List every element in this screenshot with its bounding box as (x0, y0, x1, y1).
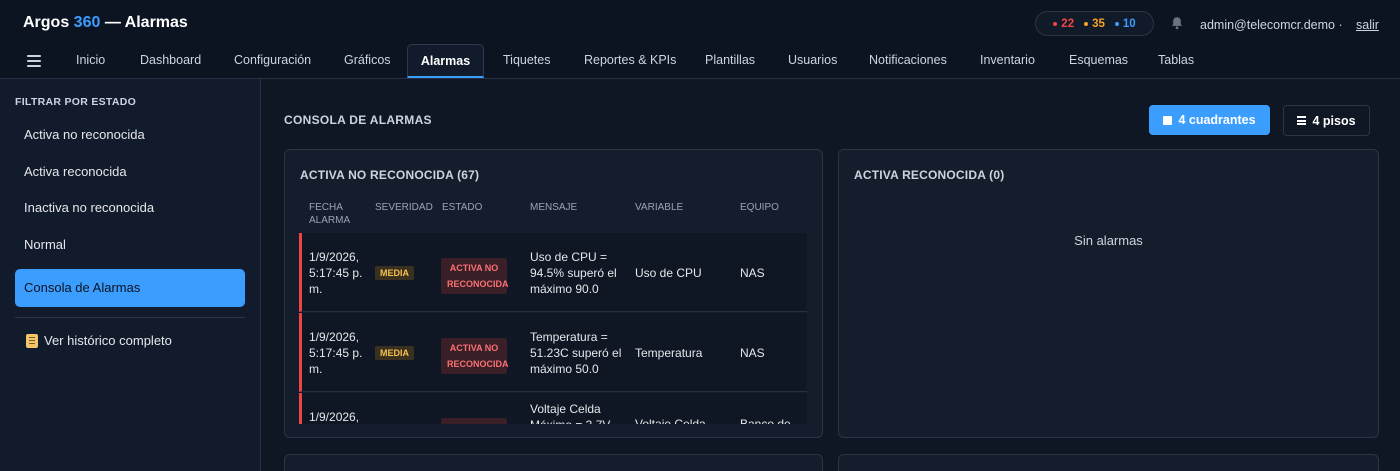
counter-critical[interactable]: 22 (1053, 18, 1074, 30)
filter-activa-reconocida[interactable]: Activa reconocida (24, 164, 127, 179)
top-bar: Argos 360 — Alarmas 22 35 10 admin@telec… (0, 0, 1400, 44)
cell-equipo: Banco de (740, 417, 791, 424)
panel-activa-no-reconocida: ACTIVA NO RECONOCIDA (67) FECHA ALARMA S… (284, 149, 823, 438)
rows-icon (1297, 116, 1307, 125)
scroll-icon (26, 333, 38, 348)
filter-inactiva-no-reconocida[interactable]: Inactiva no reconocida (24, 200, 154, 215)
cell-fecha: 1/9/2026, (309, 410, 360, 424)
panel-inactiva-no-reconocida (284, 454, 823, 471)
panel-title-unack: ACTIVA NO RECONOCIDA (67) (300, 168, 480, 182)
severity-badge: MEDIA (375, 266, 414, 280)
tab-plantillas[interactable]: Plantillas (705, 44, 755, 78)
floors-button[interactable]: 4 pisos (1283, 105, 1370, 136)
filter-sidebar: FILTRAR POR ESTADO Activa no reconocida … (0, 79, 261, 471)
sidebar-item-consola-alarmas[interactable]: Consola de Alarmas (15, 269, 245, 307)
quadrants-button[interactable]: 4 cuadrantes (1149, 105, 1270, 135)
severity-badge: MEDIA (375, 346, 414, 360)
tab-reportes-kpis[interactable]: Reportes & KPIs (584, 44, 676, 78)
empty-message: Sin alarmas (1074, 233, 1143, 248)
state-badge: ACTIVA NO (441, 418, 507, 424)
hamburger-icon[interactable] (27, 55, 41, 67)
square-icon (1163, 115, 1173, 125)
cell-fecha: 1/9/2026, 5:17:45 p. m. (309, 250, 363, 296)
tab-notificaciones[interactable]: Notificaciones (869, 44, 947, 78)
bell-icon[interactable] (1170, 16, 1184, 30)
main-nav: Inicio Dashboard Configuración Gráficos … (0, 44, 1400, 79)
panel-title-ack: ACTIVA RECONOCIDA (0) (854, 168, 1005, 182)
cell-variable: Voltaje Celda (635, 417, 706, 424)
alarms-table[interactable]: FECHA ALARMA SEVERIDAD ESTADO MENSAJE VA… (299, 194, 807, 424)
cell-equipo: NAS (740, 266, 765, 280)
cell-mensaje: Temperatura = 51.23C superó el máximo 50… (530, 330, 622, 376)
tab-tablas[interactable]: Tablas (1158, 44, 1194, 78)
table-row[interactable]: 1/9/2026, 5:17:45 p. m. MEDIA ACTIVA NO … (299, 313, 807, 392)
cell-mensaje: Voltaje Celda Máximo = 3.7V (530, 402, 610, 424)
col-estado[interactable]: ESTADO (442, 201, 482, 214)
cell-variable: Temperatura (635, 346, 703, 360)
history-label: Ver histórico completo (44, 333, 172, 348)
cell-equipo: NAS (740, 346, 765, 360)
app-title: Argos 360 — Alarmas (23, 14, 188, 31)
col-mensaje[interactable]: MENSAJE (530, 201, 577, 214)
col-fecha[interactable]: FECHA ALARMA (309, 201, 359, 227)
filter-activa-no-reconocida[interactable]: Activa no reconocida (24, 127, 145, 142)
tab-inventario[interactable]: Inventario (980, 44, 1035, 78)
user-email: admin@telecomcr.demo · (1200, 18, 1343, 32)
tab-tiquetes[interactable]: Tiquetes (503, 44, 550, 78)
cell-variable: Uso de CPU (635, 266, 702, 280)
tab-configuracion[interactable]: Configuración (234, 44, 311, 78)
table-row[interactable]: 1/9/2026, 5:17:45 p. m. MEDIA ACTIVA NO … (299, 233, 807, 312)
tab-inicio[interactable]: Inicio (76, 44, 105, 78)
tab-usuarios[interactable]: Usuarios (788, 44, 837, 78)
page-title: CONSOLA DE ALARMAS (284, 113, 432, 127)
logout-link[interactable]: salir (1356, 18, 1379, 32)
panel-activa-reconocida: ACTIVA RECONOCIDA (0) Sin alarmas (838, 149, 1379, 438)
counter-minor[interactable]: 10 (1114, 18, 1136, 30)
tab-esquemas[interactable]: Esquemas (1069, 44, 1128, 78)
col-severidad[interactable]: SEVERIDAD (375, 201, 433, 214)
cell-mensaje: Uso de CPU = 94.5% superó el máximo 90.0 (530, 250, 617, 296)
counter-major[interactable]: 35 (1084, 18, 1105, 30)
alarm-counters[interactable]: 22 35 10 (1035, 11, 1154, 36)
col-variable[interactable]: VARIABLE (635, 201, 683, 214)
col-equipo[interactable]: EQUIPO (740, 201, 779, 214)
cell-fecha: 1/9/2026, 5:17:45 p. m. (309, 330, 363, 376)
history-link[interactable]: Ver histórico completo (26, 333, 172, 348)
tab-alarmas[interactable]: Alarmas (407, 44, 484, 78)
state-badge: ACTIVA NO RECONOCIDA (441, 338, 509, 374)
state-badge: ACTIVA NO RECONOCIDA (441, 258, 509, 294)
filter-normal[interactable]: Normal (24, 237, 66, 252)
sidebar-heading: FILTRAR POR ESTADO (15, 96, 137, 108)
sidebar-divider (15, 317, 245, 318)
tab-graficos[interactable]: Gráficos (344, 44, 391, 78)
tab-dashboard[interactable]: Dashboard (140, 44, 201, 78)
panel-normal (838, 454, 1379, 471)
table-row[interactable]: 1/9/2026, ACTIVA NO Voltaje Celda Máximo… (299, 393, 807, 424)
